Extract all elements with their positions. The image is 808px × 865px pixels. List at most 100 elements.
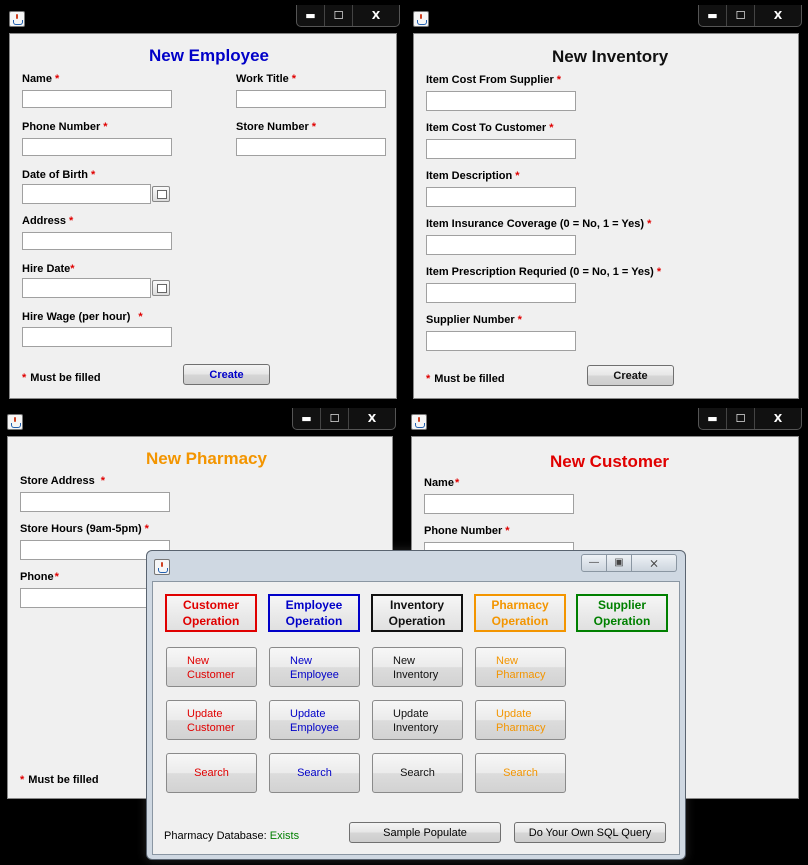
hire-date-label: Hire Date* — [22, 263, 75, 275]
supplier-operation-header: Supplier Operation — [576, 594, 668, 632]
form-title: New Employee — [149, 46, 269, 65]
form-title: New Inventory — [552, 47, 669, 66]
sql-query-button[interactable]: Do Your Own SQL Query — [514, 822, 666, 843]
employee-operation-header: Employee Operation — [268, 594, 360, 632]
store-number-label: Store Number * — [236, 121, 317, 133]
create-button[interactable]: Create — [183, 364, 270, 385]
sample-populate-button[interactable]: Sample Populate — [349, 822, 501, 843]
description-label: Item Description * — [426, 170, 520, 182]
java-app-icon — [9, 11, 25, 27]
search-employee-button[interactable]: Search — [269, 753, 360, 793]
employee-window: ▬ ☐ X New Employee Name * Work Title * Pho… — [3, 5, 403, 405]
name-field[interactable] — [22, 90, 172, 108]
dob-field[interactable] — [22, 184, 151, 204]
cost-customer-label: Item Cost To Customer * — [426, 122, 554, 134]
update-employee-button[interactable]: Update Employee — [269, 700, 360, 740]
window-controls: ▬ ☐ X — [292, 408, 396, 430]
db-status: Pharmacy Database: Exists — [164, 830, 299, 842]
form-title: New Customer — [550, 452, 670, 471]
maximize-icon[interactable]: ☐ — [324, 5, 352, 26]
new-inventory-button[interactable]: New Inventory — [372, 647, 463, 687]
calendar-icon[interactable] — [152, 186, 170, 202]
supplier-number-field[interactable] — [426, 331, 576, 351]
cost-supplier-label: Item Cost From Supplier * — [426, 74, 562, 86]
cost-supplier-field[interactable] — [426, 91, 576, 111]
close-icon[interactable]: ⨯ — [632, 554, 677, 572]
db-status-label: Pharmacy Database: — [164, 830, 267, 842]
name-field[interactable] — [424, 494, 574, 514]
maximize-icon[interactable]: ☐ — [726, 5, 754, 26]
operations-panel: Customer Operation Employee Operation Inve… — [152, 581, 680, 855]
hire-wage-field[interactable] — [22, 327, 172, 347]
window-controls: ▬ ☐ X — [296, 5, 400, 27]
must-be-filled-note: * Must be filled — [426, 373, 505, 385]
phone-label: Phone Number * — [22, 121, 108, 133]
java-app-icon — [411, 414, 427, 430]
search-pharmacy-button[interactable]: Search — [475, 753, 566, 793]
phone-field[interactable] — [22, 138, 172, 156]
pharmacy-operation-header: Pharmacy Operation — [474, 594, 566, 632]
name-label: Name* — [424, 477, 460, 489]
must-be-filled-note: * Must be filled — [22, 372, 101, 384]
insurance-field[interactable] — [426, 235, 576, 255]
store-number-field[interactable] — [236, 138, 386, 156]
maximize-icon[interactable]: ☐ — [320, 408, 348, 429]
update-pharmacy-button[interactable]: Update Pharmacy — [475, 700, 566, 740]
new-pharmacy-button[interactable]: New Pharmacy — [475, 647, 566, 687]
work-title-label: Work Title * — [236, 73, 297, 85]
title-bar[interactable]: ▬ ☐ X — [405, 408, 805, 435]
close-icon[interactable]: X — [348, 408, 395, 429]
new-customer-button[interactable]: New Customer — [166, 647, 257, 687]
must-be-filled-note: * Must be filled — [20, 774, 99, 786]
calendar-icon[interactable] — [152, 280, 170, 296]
minimize-icon[interactable]: ▬ — [699, 408, 726, 429]
window-controls: — ▣ ⨯ — [581, 554, 677, 572]
inventory-window: ▬ ☐ X New Inventory Item Cost From Suppl… — [407, 5, 805, 405]
store-hours-label: Store Hours (9am-5pm) * — [20, 523, 149, 535]
insurance-label: Item Insurance Coverage (0 = No, 1 = Yes… — [426, 218, 652, 230]
close-icon[interactable]: X — [352, 5, 399, 26]
search-inventory-button[interactable]: Search — [372, 753, 463, 793]
hire-wage-label: Hire Wage (per hour) * — [22, 311, 143, 323]
description-field[interactable] — [426, 187, 576, 207]
inventory-form: New Inventory Item Cost From Supplier * I… — [413, 33, 799, 399]
update-inventory-button[interactable]: Update Inventory — [372, 700, 463, 740]
title-bar[interactable]: ▬ ☐ X — [3, 5, 403, 32]
cost-customer-field[interactable] — [426, 139, 576, 159]
java-app-icon — [413, 11, 429, 27]
minimize-icon[interactable]: — — [581, 554, 607, 572]
title-bar[interactable]: — ▣ ⨯ — [147, 551, 685, 577]
new-employee-button[interactable]: New Employee — [269, 647, 360, 687]
store-address-label: Store Address * — [20, 475, 106, 487]
phone-label: Phone* — [20, 571, 59, 583]
minimize-icon[interactable]: ▬ — [699, 5, 726, 26]
hire-date-field[interactable] — [22, 278, 151, 298]
maximize-icon[interactable]: ▣ — [607, 554, 632, 572]
inventory-operation-header: Inventory Operation — [371, 594, 463, 632]
search-customer-button[interactable]: Search — [166, 753, 257, 793]
minimize-icon[interactable]: ▬ — [293, 408, 320, 429]
close-icon[interactable]: X — [754, 5, 801, 26]
maximize-icon[interactable]: ☐ — [726, 408, 754, 429]
customer-operation-header: Customer Operation — [165, 594, 257, 632]
window-controls: ▬ ☐ X — [698, 408, 802, 430]
java-app-icon — [154, 559, 170, 575]
form-title: New Pharmacy — [146, 449, 267, 468]
update-customer-button[interactable]: Update Customer — [166, 700, 257, 740]
phone-label: Phone Number * — [424, 525, 510, 537]
prescription-field[interactable] — [426, 283, 576, 303]
store-address-field[interactable] — [20, 492, 170, 512]
close-icon[interactable]: X — [754, 408, 801, 429]
employee-form: New Employee Name * Work Title * Phone Num… — [9, 33, 397, 399]
work-title-field[interactable] — [236, 90, 386, 108]
dob-label: Date of Birth * — [22, 169, 96, 181]
title-bar[interactable]: ▬ ☐ X — [407, 5, 805, 32]
address-field[interactable] — [22, 232, 172, 250]
minimize-icon[interactable]: ▬ — [297, 5, 324, 26]
prescription-label: Item Prescription Requried (0 = No, 1 = … — [426, 266, 662, 278]
address-label: Address * — [22, 215, 74, 227]
db-status-value: Exists — [269, 830, 300, 842]
main-operations-window: — ▣ ⨯ Customer Operation Employee Operatio… — [146, 550, 686, 860]
create-button[interactable]: Create — [587, 365, 674, 386]
title-bar[interactable]: ▬ ☐ X — [1, 408, 399, 435]
